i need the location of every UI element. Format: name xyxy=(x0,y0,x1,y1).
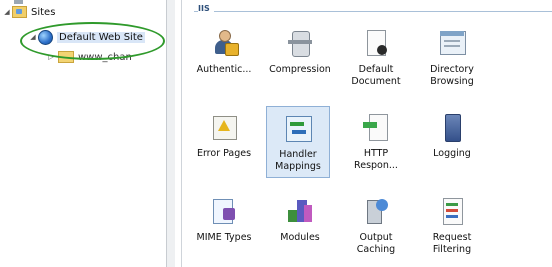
mime-types-icon xyxy=(209,196,239,226)
feature-label: Logging xyxy=(433,148,471,159)
pane-splitter[interactable] xyxy=(166,0,175,267)
feature-logging[interactable]: Logging xyxy=(420,106,484,178)
feature-output-caching[interactable]: Output Caching xyxy=(344,190,408,262)
feature-default-document[interactable]: Default Document xyxy=(344,22,408,94)
error-pages-icon xyxy=(209,112,239,142)
feature-label: Directory Browsing xyxy=(430,64,474,87)
feature-label: Handler Mappings xyxy=(275,149,321,172)
annotation-highlight-ellipse xyxy=(20,22,165,60)
feature-authentication[interactable]: Authentic... xyxy=(192,22,256,94)
feature-http-response-headers[interactable]: HTTP Respon... xyxy=(344,106,408,178)
tree-node-label: Sites xyxy=(31,6,56,18)
tree-node-sites[interactable]: ◢ Sites xyxy=(2,4,55,20)
feature-mime-types[interactable]: MIME Types xyxy=(192,190,256,262)
feature-label: MIME Types xyxy=(196,232,252,243)
group-title: IIS xyxy=(198,4,214,13)
connections-tree: ◢ Sites ◢ Default Web Site ▷ www_chan xyxy=(0,0,166,267)
feature-label: Default Document xyxy=(351,64,401,87)
default-document-icon xyxy=(361,28,391,58)
feature-handler-mappings[interactable]: Handler Mappings xyxy=(266,106,330,178)
handler-mappings-icon xyxy=(283,113,313,143)
feature-label: Authentic... xyxy=(196,64,252,75)
collapse-toggle-icon[interactable]: ◢ xyxy=(2,8,12,16)
compression-icon xyxy=(285,28,315,58)
authentication-icon xyxy=(209,28,239,58)
feature-error-pages[interactable]: Error Pages xyxy=(192,106,256,178)
features-view: IIS Authentic... Compression Default Doc… xyxy=(182,0,552,267)
feature-request-filtering[interactable]: Request Filtering xyxy=(420,190,484,262)
sites-folder-icon xyxy=(12,6,27,18)
http-response-icon xyxy=(361,112,391,142)
feature-compression[interactable]: Compression xyxy=(268,22,332,94)
feature-label: Output Caching xyxy=(356,232,396,255)
feature-modules[interactable]: Modules xyxy=(268,190,332,262)
request-filtering-icon xyxy=(437,196,467,226)
feature-label: HTTP Respon... xyxy=(354,148,398,171)
group-divider xyxy=(194,11,552,12)
modules-icon xyxy=(285,196,315,226)
feature-directory-browsing[interactable]: Directory Browsing xyxy=(420,22,484,94)
feature-label: Error Pages xyxy=(196,148,252,159)
feature-label: Compression xyxy=(269,64,331,75)
feature-label: Modules xyxy=(280,232,320,243)
feature-label: Request Filtering xyxy=(432,232,472,255)
output-caching-icon xyxy=(361,196,391,226)
logging-icon xyxy=(437,112,467,142)
directory-browsing-icon xyxy=(437,28,467,58)
